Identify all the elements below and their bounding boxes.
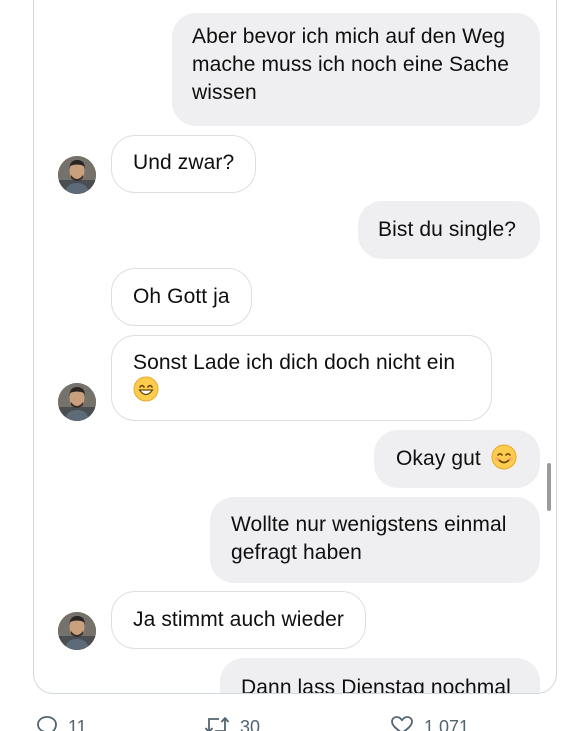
message-bubble-outgoing: Okay gut [374,430,540,488]
message-bubble-outgoing: Bist du single? [358,201,540,259]
message-text: Und zwar? [133,151,235,174]
message-text-line: Aber bevor ich mich auf den Weg [192,25,506,48]
message-text-line: wissen [192,81,257,104]
contact-avatar [58,612,96,650]
smiling-face-with-smiling-eyes-icon [491,444,517,470]
message-bubble-outgoing: Wollte nur wenigstens einmal gefragt hab… [210,497,540,583]
message-text: Sonst Lade ich dich doch nicht ein [133,351,456,374]
message-bubble-incoming: Und zwar? [111,135,257,193]
scrollbar[interactable] [547,463,551,511]
message-text-line: gefragt haben [231,541,362,564]
message-bubble-outgoing: Dann lass Dienstag nochmal [220,658,540,694]
message-text: Bist du single? [378,218,517,241]
retweet-count: 30 [240,717,261,731]
tweet-action-bar: 11 30 1.071 [0,712,582,731]
retweet-button[interactable]: 30 [204,712,260,731]
heart-icon [391,716,413,731]
message-text: Okay gut [396,447,481,470]
reply-icon [37,716,57,731]
contact-avatar [58,156,96,194]
message-text: Oh Gott ja [133,285,230,308]
retweet-icon [204,717,230,731]
message-text-line: Wollte nur wenigstens einmal [231,513,507,536]
like-count: 1.071 [424,717,470,731]
message-bubble-outgoing: Aber bevor ich mich auf den Weg mache mu… [172,13,540,126]
grinning-face-with-smiling-eyes-icon [133,376,159,402]
message-text: Dann lass Dienstag nochmal [241,676,511,694]
message-bubble-incoming: Oh Gott ja [111,268,252,326]
message-text: Ja stimmt auch wieder [133,608,345,631]
reply-button[interactable]: 11 [36,712,87,731]
message-bubble-incoming: Sonst Lade ich dich doch nicht ein [111,335,492,421]
like-button[interactable]: 1.071 [390,712,469,731]
embedded-chat-screenshot: Aber bevor ich mich auf den Weg mache mu… [33,0,557,694]
contact-avatar [58,383,96,421]
reply-count: 11 [68,717,87,731]
message-bubble-incoming: Ja stimmt auch wieder [111,591,367,649]
message-text-line: mache muss ich noch eine Sache [192,53,510,76]
